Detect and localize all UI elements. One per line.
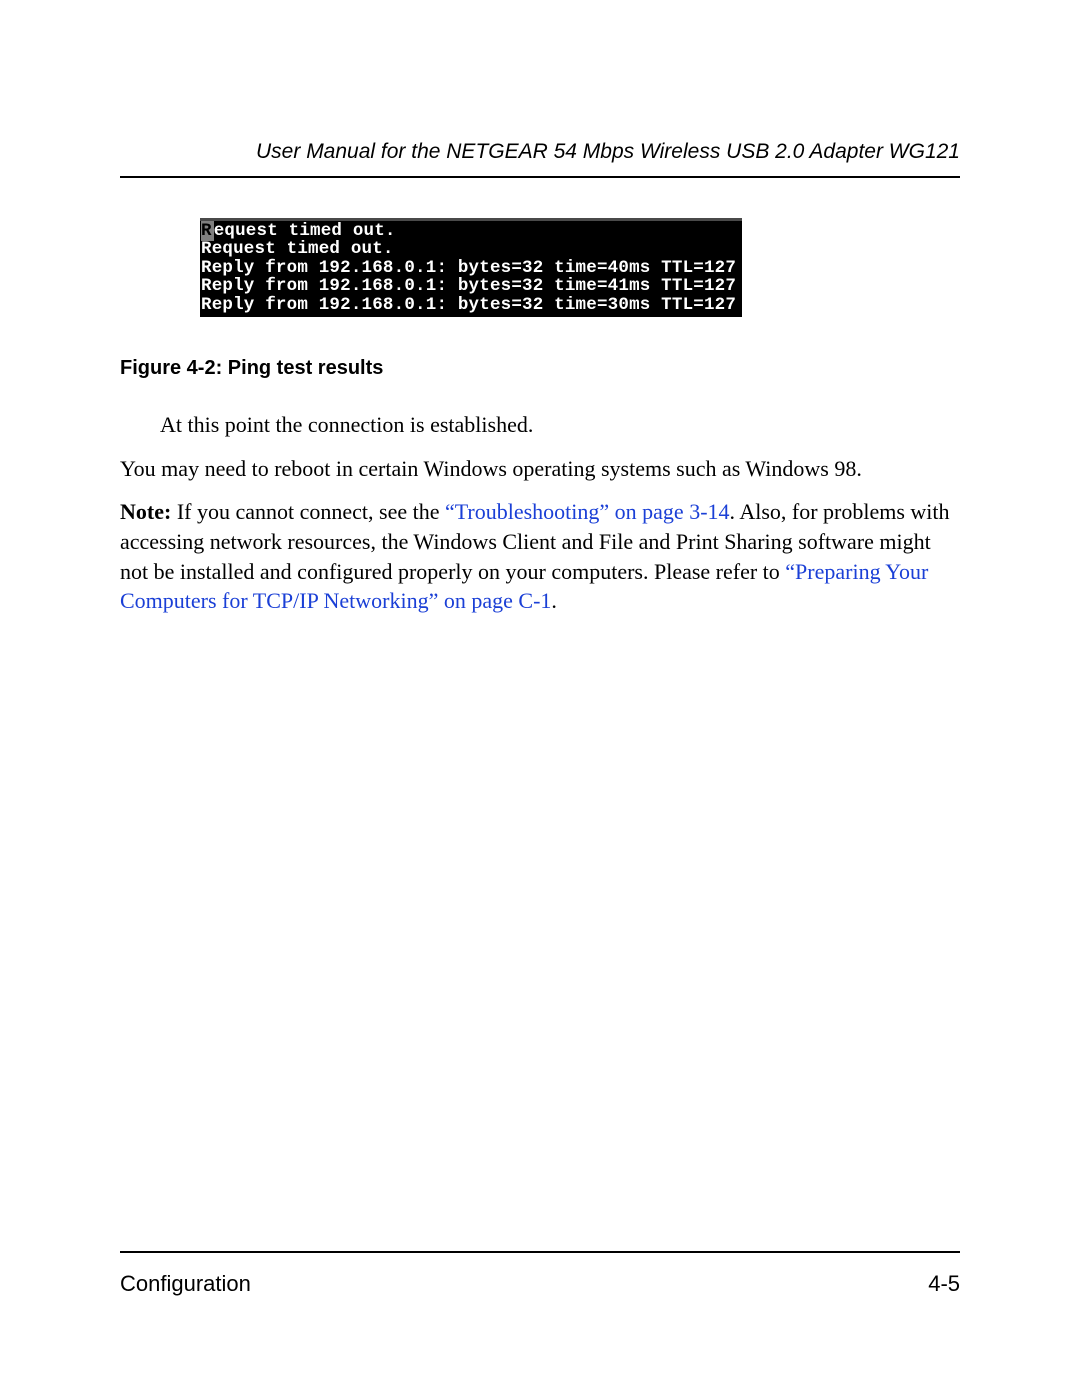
link-troubleshooting[interactable]: “Troubleshooting” on page 3-14 — [445, 499, 730, 524]
document-header-title: User Manual for the NETGEAR 54 Mbps Wire… — [120, 140, 960, 164]
footer-rule — [120, 1251, 960, 1253]
note-text-a: If you cannot connect, see the — [171, 499, 445, 524]
terminal-line-1-rest: equest timed out. — [214, 221, 396, 241]
footer-page-number: 4-5 — [928, 1271, 960, 1297]
header-rule — [120, 176, 960, 178]
footer-left: Configuration — [120, 1271, 251, 1297]
figure-caption: Figure 4-2: Ping test results — [120, 357, 960, 380]
terminal-line-2: Request timed out. — [201, 239, 394, 259]
paragraph-established: At this point the connection is establis… — [160, 410, 960, 440]
page-footer: Configuration 4-5 — [120, 1251, 960, 1297]
cursor-highlight: R — [201, 221, 214, 241]
note-label: Note: — [120, 499, 171, 524]
terminal-line-5: Reply from 192.168.0.1: bytes=32 time=30… — [201, 295, 736, 315]
paragraph-note: Note: If you cannot connect, see the “Tr… — [120, 497, 960, 616]
terminal-output: Request timed out. Request timed out. Re… — [200, 218, 742, 317]
page: User Manual for the NETGEAR 54 Mbps Wire… — [0, 0, 1080, 1397]
terminal-screenshot: Request timed out. Request timed out. Re… — [200, 218, 960, 317]
paragraph-reboot: You may need to reboot in certain Window… — [120, 454, 960, 484]
terminal-line-3: Reply from 192.168.0.1: bytes=32 time=40… — [201, 258, 736, 278]
terminal-line-4: Reply from 192.168.0.1: bytes=32 time=41… — [201, 276, 736, 296]
note-text-c: . — [551, 588, 557, 613]
